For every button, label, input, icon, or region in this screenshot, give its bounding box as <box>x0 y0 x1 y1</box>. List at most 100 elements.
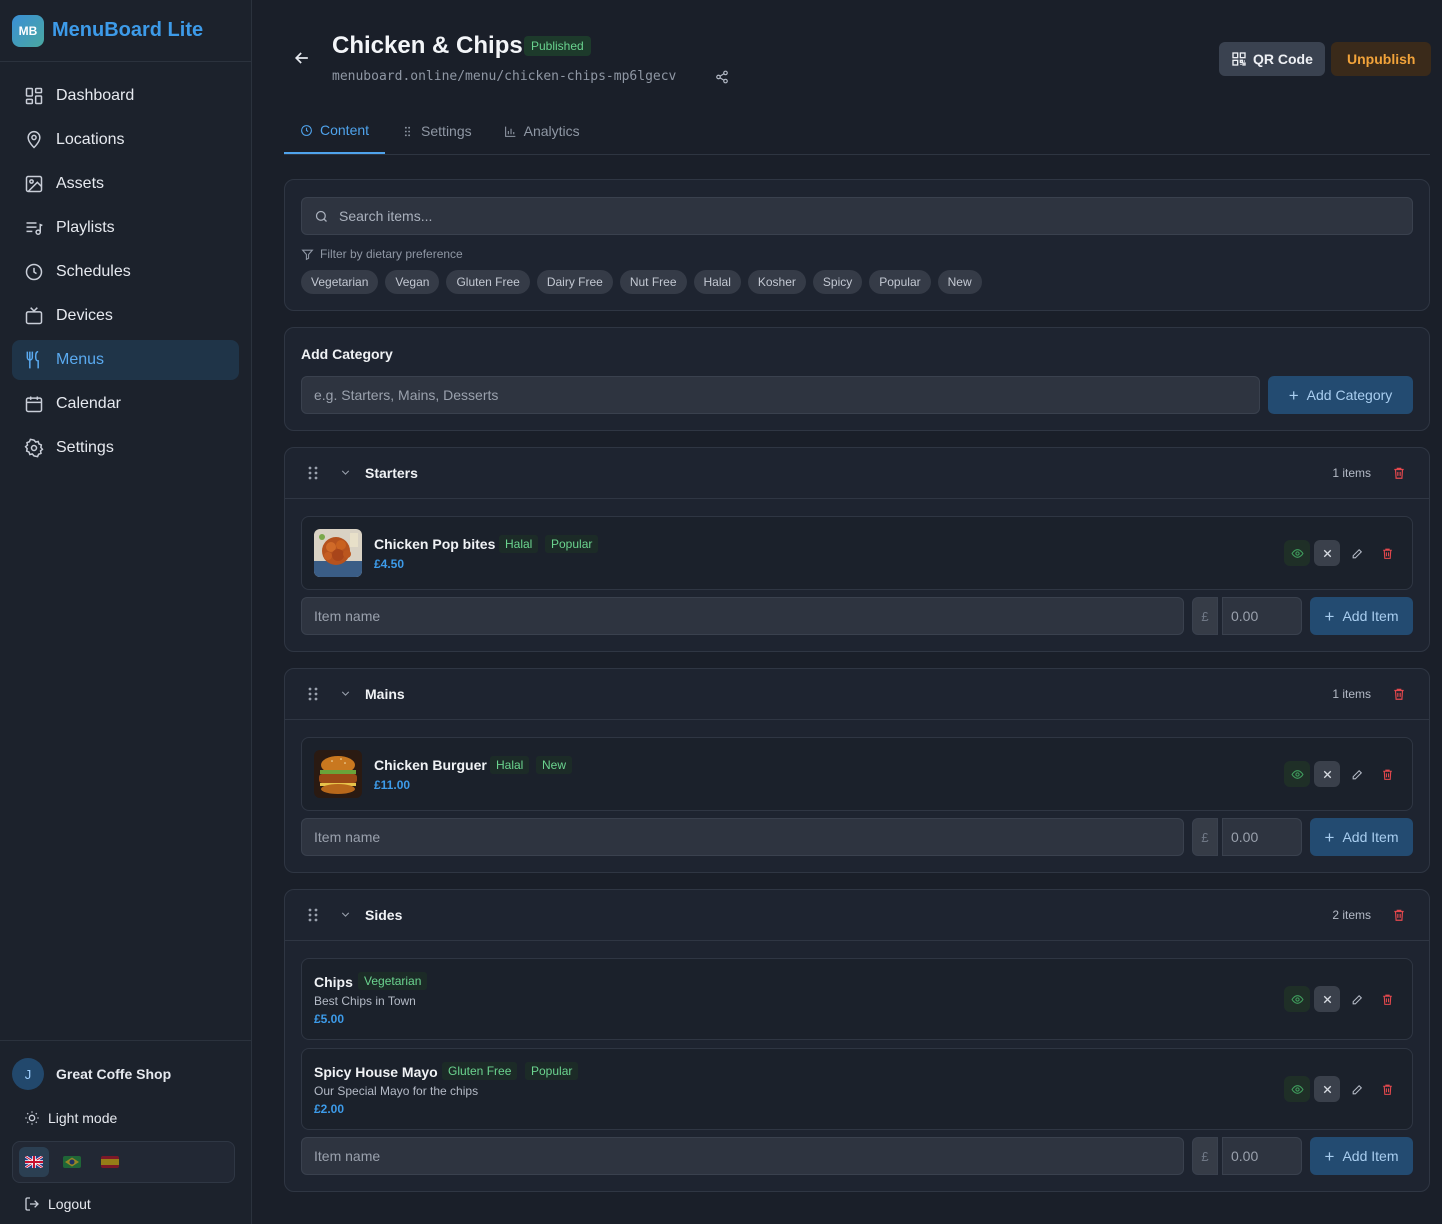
pencil-icon[interactable] <box>1344 1076 1370 1102</box>
back-arrow-icon[interactable] <box>292 48 312 68</box>
tab-content[interactable]: Content <box>284 108 386 154</box>
new-item-name-input[interactable] <box>301 818 1184 856</box>
menu-item-row[interactable]: Spicy House Mayo Gluten Free Popular Our… <box>301 1048 1413 1130</box>
brand[interactable]: MB MenuBoard Lite <box>0 0 251 62</box>
trash-icon[interactable] <box>1392 908 1406 922</box>
trash-icon[interactable] <box>1374 761 1400 787</box>
calendar-icon <box>24 394 44 414</box>
add-item-button[interactable]: + Add Item <box>1310 1137 1413 1175</box>
chip-nut-free[interactable]: Nut Free <box>619 270 687 294</box>
tab-analytics[interactable]: Analytics <box>488 108 596 154</box>
chip-vegetarian[interactable]: Vegetarian <box>301 270 379 294</box>
pencil-icon[interactable] <box>1344 540 1370 566</box>
new-item-price-input[interactable] <box>1222 818 1302 856</box>
category-name-input[interactable] <box>301 376 1260 414</box>
dashboard-icon <box>24 86 44 106</box>
add-item-button[interactable]: + Add Item <box>1310 597 1413 635</box>
close-icon[interactable] <box>1314 540 1340 566</box>
new-item-price-input[interactable] <box>1222 597 1302 635</box>
new-item-name-input[interactable] <box>301 1137 1184 1175</box>
sidebar-item-schedules[interactable]: Schedules <box>12 252 239 292</box>
pencil-icon[interactable] <box>1344 761 1370 787</box>
share-icon[interactable] <box>715 70 729 84</box>
currency-prefix: £ <box>1192 1137 1218 1175</box>
category-name: Mains <box>365 686 405 702</box>
chevron-down-icon[interactable] <box>339 687 352 700</box>
add-item-label: Add Item <box>1342 1148 1399 1164</box>
drag-handle-icon[interactable] <box>307 687 319 701</box>
close-icon[interactable] <box>1314 761 1340 787</box>
tab-settings[interactable]: Settings <box>385 108 488 154</box>
light-mode-toggle[interactable]: Light mode <box>24 1110 117 1126</box>
item-name: Chicken Burguer <box>374 757 487 773</box>
eye-icon[interactable] <box>1284 1076 1310 1102</box>
language-switcher <box>12 1141 235 1183</box>
pt-br-flag[interactable] <box>57 1147 87 1177</box>
logout-button[interactable]: Logout <box>24 1196 91 1212</box>
menu-item-row[interactable]: Chicken Pop bites Halal Popular £4.50 <box>301 516 1413 590</box>
search-icon <box>314 209 329 224</box>
trash-icon[interactable] <box>1392 466 1406 480</box>
chip-halal[interactable]: Halal <box>693 270 741 294</box>
sidebar-item-dashboard[interactable]: Dashboard <box>12 76 239 116</box>
category-header: Starters 1 items <box>285 448 1429 499</box>
add-category-card: Add Category + Add Category <box>284 327 1430 431</box>
chevron-down-icon[interactable] <box>339 466 352 479</box>
menu-item-row[interactable]: Chips Vegetarian Best Chips in Town £5.0… <box>301 958 1413 1040</box>
add-category-button[interactable]: + Add Category <box>1268 376 1413 414</box>
unpublish-button[interactable]: Unpublish <box>1331 42 1432 76</box>
trash-icon[interactable] <box>1392 687 1406 701</box>
sidebar-item-assets[interactable]: Assets <box>12 164 239 204</box>
trash-icon[interactable] <box>1374 1076 1400 1102</box>
sidebar-item-label: Menus <box>56 351 105 368</box>
sidebar: MB MenuBoard Lite Dashboard Locations As… <box>0 0 252 1224</box>
tv-icon <box>24 306 44 326</box>
add-item-button[interactable]: + Add Item <box>1310 818 1413 856</box>
bar-chart-icon <box>504 125 517 138</box>
drag-handle-icon[interactable] <box>307 908 319 922</box>
sidebar-item-locations[interactable]: Locations <box>12 120 239 160</box>
eye-icon[interactable] <box>1284 540 1310 566</box>
menu-url[interactable]: menuboard.online/menu/chicken-chips-mp6l… <box>332 69 676 84</box>
sidebar-item-calendar[interactable]: Calendar <box>12 384 239 424</box>
trash-icon[interactable] <box>1374 540 1400 566</box>
chicken-pop-bites-photo <box>314 529 362 577</box>
item-description: Our Special Mayo for the chips <box>314 1084 479 1098</box>
menu-item-row[interactable]: Chicken Burguer Halal New £11.00 <box>301 737 1413 811</box>
plus-icon: + <box>1324 606 1335 626</box>
tag-halal: Halal <box>499 535 539 553</box>
chip-spicy[interactable]: Spicy <box>812 270 863 294</box>
chip-new[interactable]: New <box>937 270 982 294</box>
plus-icon: + <box>1288 385 1299 405</box>
tab-label: Analytics <box>523 123 580 139</box>
user-profile[interactable]: J Great Coffe Shop <box>12 1058 171 1090</box>
dietary-filter-label: Filter by dietary preference <box>301 247 463 261</box>
chip-vegan[interactable]: Vegan <box>385 270 440 294</box>
chip-popular[interactable]: Popular <box>869 270 931 294</box>
sidebar-item-devices[interactable]: Devices <box>12 296 239 336</box>
drag-handle-icon[interactable] <box>307 466 319 480</box>
sidebar-item-menus[interactable]: Menus <box>12 340 239 380</box>
pencil-icon[interactable] <box>1344 986 1370 1012</box>
filter-icon <box>301 248 314 261</box>
chip-gluten-free[interactable]: Gluten Free <box>446 270 530 294</box>
eye-icon[interactable] <box>1284 761 1310 787</box>
qr-code-button[interactable]: QR Code <box>1219 42 1325 76</box>
new-item-price-input[interactable] <box>1222 1137 1302 1175</box>
add-category-heading: Add Category <box>301 346 393 362</box>
eye-icon[interactable] <box>1284 986 1310 1012</box>
es-flag[interactable] <box>95 1147 125 1177</box>
trash-icon[interactable] <box>1374 986 1400 1012</box>
chevron-down-icon[interactable] <box>339 908 352 921</box>
en-gb-flag[interactable] <box>19 1147 49 1177</box>
sidebar-item-settings[interactable]: Settings <box>12 428 239 468</box>
chip-kosher[interactable]: Kosher <box>747 270 806 294</box>
new-item-name-input[interactable] <box>301 597 1184 635</box>
close-icon[interactable] <box>1314 1076 1340 1102</box>
close-icon[interactable] <box>1314 986 1340 1012</box>
tag-popular: Popular <box>545 535 599 553</box>
search-field[interactable] <box>301 197 1413 235</box>
search-input[interactable] <box>339 208 1339 224</box>
chip-dairy-free[interactable]: Dairy Free <box>536 270 613 294</box>
sidebar-item-playlists[interactable]: Playlists <box>12 208 239 248</box>
